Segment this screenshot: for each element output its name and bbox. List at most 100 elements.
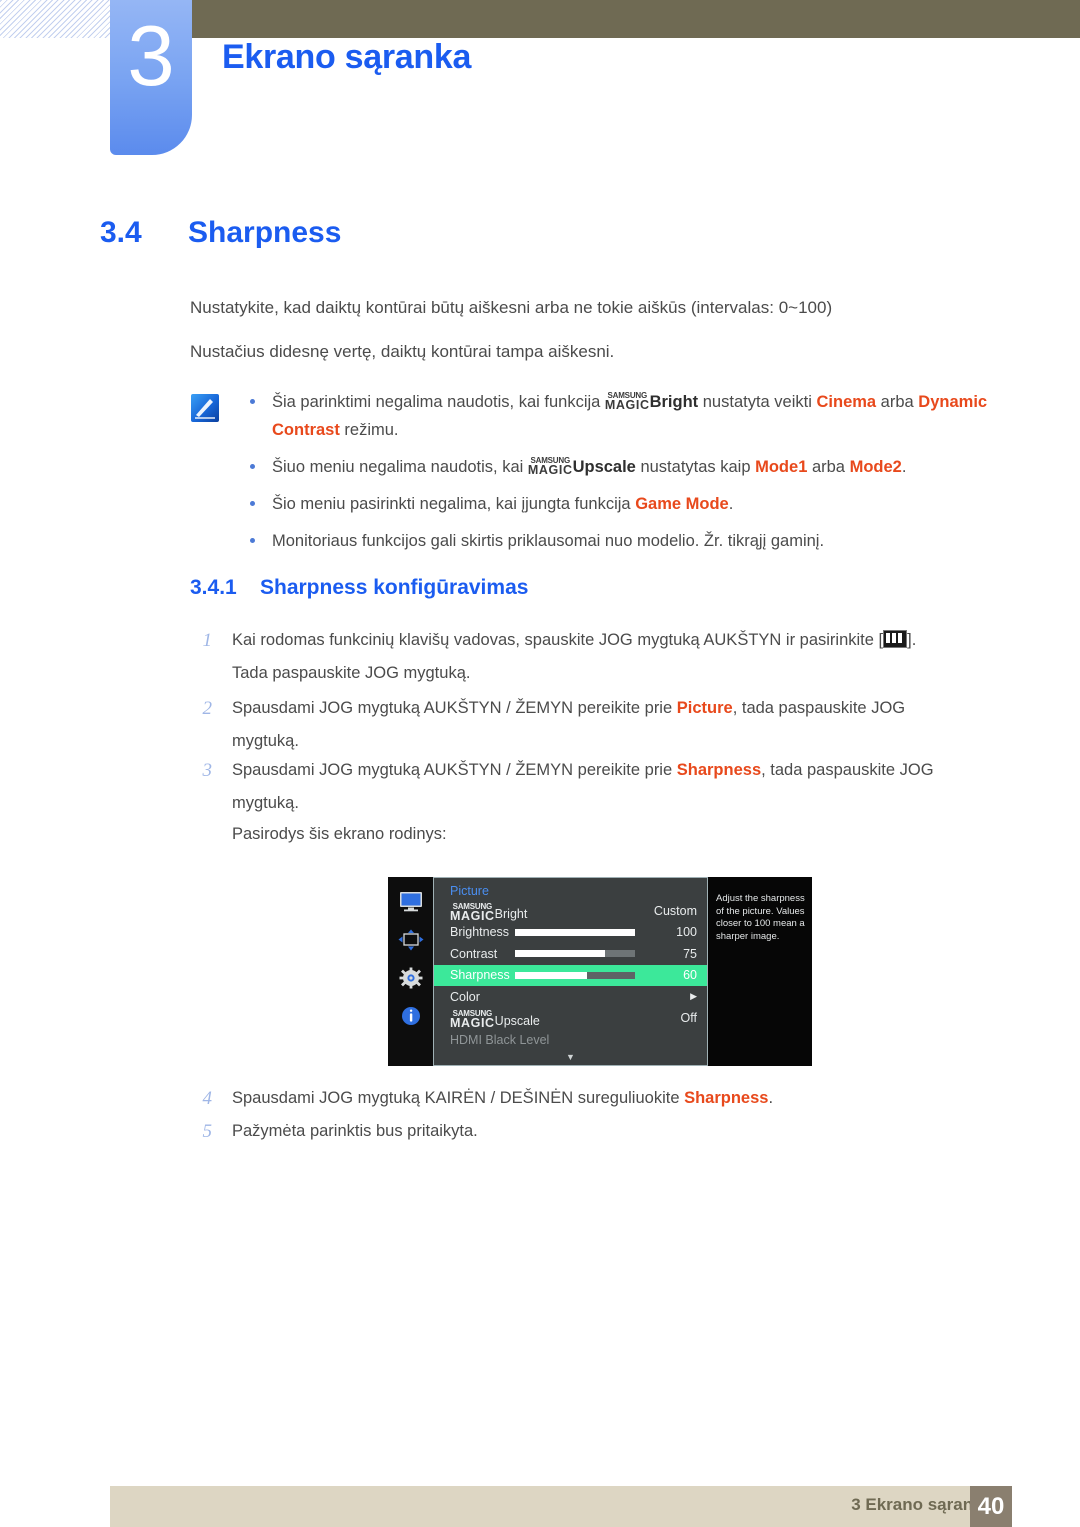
note-text: Monitoriaus funkcijos gali skirtis prikl… <box>272 532 825 550</box>
osd-row-contrast[interactable]: Contrast 75 <box>434 943 707 965</box>
intro-paragraph-1: Nustatykite, kad daiktų kontūrai būtų ai… <box>190 298 833 317</box>
note-pen-icon <box>190 393 220 423</box>
note-item: Šia parinktimi negalima naudotis, kai fu… <box>236 388 1026 444</box>
step-text: ]. <box>907 631 917 649</box>
step-subline: Pasirodys šis ekrano rodinys: <box>232 825 447 843</box>
note-text: Šio meniu pasirinkti negalima, kai įjung… <box>272 495 636 513</box>
step-item: 2 Spausdami JOG mygtuką AUKŠTYN / ŽEMYN p… <box>190 693 1020 724</box>
osd-help-text: Adjust the sharpness of the picture. Val… <box>708 877 812 1066</box>
resize-arrows-icon[interactable] <box>398 929 424 953</box>
chapter-title: Ekrano sąranka <box>222 38 472 76</box>
note-highlight: Mode1 <box>755 458 808 476</box>
note-text: nustatyta veikti <box>698 393 817 411</box>
chevron-right-icon: ▶ <box>690 991 697 1002</box>
step-item: 1 Kai rodomas funkcinių klavišų vadovas, … <box>190 625 1020 656</box>
step-group-4-5: 4 Spausdami JOG mygtuką KAIRĖN / DEŠINĖN … <box>190 1083 1020 1149</box>
step-group-1: 1 Kai rodomas funkcinių klavišų vadovas, … <box>190 625 1020 689</box>
monitor-icon[interactable] <box>398 891 424 915</box>
osd-slider-fill <box>515 928 635 936</box>
osd-row-value: 100 <box>676 925 697 940</box>
step-text: Pažymėta parinktis bus pritaikyta. <box>232 1122 478 1140</box>
magic-logo: SAMSUNG MAGIC <box>450 1010 495 1030</box>
gear-icon[interactable] <box>398 967 424 991</box>
step-text: , tada paspauskite JOG <box>732 699 906 717</box>
osd-slider-fill <box>515 971 587 979</box>
osd-panel: Picture SAMSUNG MAGIC Bright Custom Bright… <box>433 877 708 1066</box>
osd-row-value: Off <box>680 1011 697 1026</box>
note-highlight: Mode2 <box>849 458 902 476</box>
footer-bar <box>110 1486 970 1527</box>
note-text: . <box>901 458 907 476</box>
osd-row-color[interactable]: Color ▶ <box>434 986 707 1008</box>
osd-slider-fill <box>515 950 605 958</box>
osd-row-sharpness[interactable]: Sharpness 60 <box>434 964 707 986</box>
bullet-dot <box>250 501 255 506</box>
subsection-number: 3.4.1 <box>190 576 237 599</box>
step-text: . <box>768 1089 774 1107</box>
step-subline: Tada paspauskite JOG mygtuką. <box>232 664 471 682</box>
osd-icon-rail <box>388 877 433 1066</box>
note-text: . <box>728 495 734 513</box>
subsection-title: Sharpness konfigūravimas <box>260 576 529 599</box>
osd-slider-contrast[interactable] <box>515 950 635 958</box>
osd-slider-brightness[interactable] <box>515 928 635 936</box>
osd-row-label: SAMSUNG MAGIC Upscale <box>450 1008 540 1030</box>
menu-bars-icon <box>883 630 908 648</box>
magic-logo: SAMSUNG MAGIC <box>527 457 573 477</box>
step-highlight: Picture <box>676 699 733 717</box>
magic-suffix: Bright <box>494 906 528 921</box>
note-text: arba <box>876 393 919 411</box>
osd-row-hdmi-black-level[interactable]: HDMI Black Level <box>434 1029 707 1051</box>
chevron-down-icon[interactable]: ▼ <box>434 1052 707 1062</box>
osd-row-label: Color <box>450 989 480 1004</box>
osd-menu-screenshot: Picture SAMSUNG MAGIC Bright Custom Bright… <box>388 877 812 1066</box>
bullet-dot <box>250 399 255 404</box>
step-number: 4 <box>202 1088 213 1109</box>
step-item: 4 Spausdami JOG mygtuką KAIRĖN / DEŠINĖN … <box>190 1083 1020 1114</box>
magic-logo: SAMSUNG MAGIC <box>450 902 495 923</box>
magic-suffix: Bright <box>649 393 699 411</box>
magic-brand: SAMSUNG MAGIC Bright <box>605 388 698 416</box>
step-text: Spausdami JOG mygtuką AUKŠTYN / ŽEMYN pe… <box>232 761 677 779</box>
step-text: Spausdami JOG mygtuką KAIRĖN / DEŠINĖN s… <box>232 1089 685 1107</box>
magic-magic-text: MAGIC <box>604 398 650 412</box>
osd-row-brightness[interactable]: Brightness 100 <box>434 922 707 944</box>
osd-row-magicupscale[interactable]: SAMSUNG MAGIC Upscale Off <box>434 1008 707 1030</box>
magic-logo: SAMSUNG MAGIC <box>604 392 650 412</box>
note-highlight: Cinema <box>816 393 877 411</box>
step-number: 2 <box>202 698 213 719</box>
osd-row-magicbright[interactable]: SAMSUNG MAGIC Bright Custom <box>434 900 707 922</box>
magic-magic-text: MAGIC <box>527 463 573 477</box>
decorative-hatch-pattern <box>0 0 110 38</box>
osd-row-label: Sharpness <box>450 968 510 983</box>
section-title: Sharpness <box>188 216 342 249</box>
osd-row-label: Contrast <box>450 946 498 961</box>
note-text: nustatytas kaip <box>635 458 756 476</box>
magic-suffix: Upscale <box>572 458 636 476</box>
step-text: Spausdami JOG mygtuką AUKŠTYN / ŽEMYN pe… <box>232 699 677 717</box>
osd-row-label: HDMI Black Level <box>450 1032 550 1047</box>
subsection-heading: 3.4.1 Sharpness konfigūravimas <box>190 576 528 600</box>
intro-paragraph-2: Nustačius didesnę vertę, daiktų kontūrai… <box>190 342 615 361</box>
step-text: , tada paspauskite JOG <box>761 761 934 779</box>
magic-magic-text: MAGIC <box>450 908 495 923</box>
osd-slider-sharpness[interactable] <box>515 971 635 979</box>
note-text: režimu. <box>339 421 399 439</box>
osd-row-label: Brightness <box>450 925 510 940</box>
bullet-dot <box>250 464 255 469</box>
magic-suffix: Upscale <box>494 1014 540 1029</box>
note-text: arba <box>807 458 850 476</box>
step-highlight: Sharpness <box>676 761 762 779</box>
step-group-3: 3 Spausdami JOG mygtuką AUKŠTYN / ŽEMYN p… <box>190 755 1020 850</box>
bullet-dot <box>250 538 255 543</box>
magic-brand: SAMSUNG MAGIC Upscale <box>528 453 636 481</box>
note-list: Šia parinktimi negalima naudotis, kai fu… <box>236 388 1026 564</box>
info-icon[interactable] <box>398 1005 424 1029</box>
note-text: Šia parinktimi negalima naudotis, kai fu… <box>272 393 605 411</box>
step-subline: mygtuką. <box>232 794 299 812</box>
chapter-number: 3 <box>127 9 175 104</box>
note-item: Monitoriaus funkcijos gali skirtis prikl… <box>236 527 1026 555</box>
step-item: 3 Spausdami JOG mygtuką AUKŠTYN / ŽEMYN p… <box>190 755 1020 786</box>
osd-row-value: Custom <box>653 903 697 918</box>
osd-row-value: 60 <box>683 968 697 983</box>
